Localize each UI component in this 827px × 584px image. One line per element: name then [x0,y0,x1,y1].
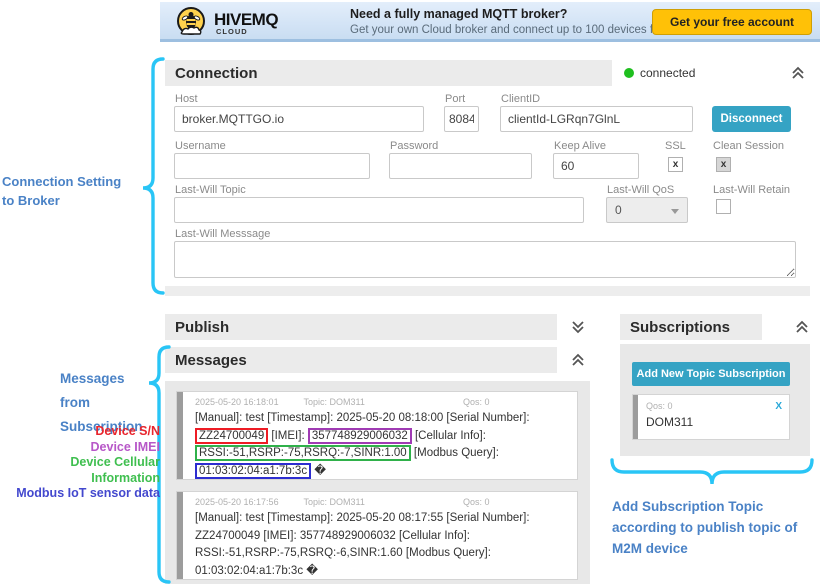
chevron-double-up-icon[interactable] [790,65,806,81]
message-payload: [Manual]: test [Timestamp]: 2025-05-20 0… [195,510,569,580]
connection-status-label: connected [640,66,695,80]
last-will-topic-label: Last-Will Topic [175,184,246,196]
device-serial-highlight: ZZ24700049 [195,428,268,444]
connection-panel-footer [165,286,810,296]
message-time: 2025-05-20 16:17:56 [195,497,301,507]
message-qos: Qos: 0 [463,397,490,407]
hivemq-logo: HIVEMQ CLOUD [174,6,278,40]
subscription-item: Qos: 0 X DOM311 [632,394,790,440]
payload-text: [Manual]: test [Timestamp]: 2025-05-20 0… [195,512,530,524]
host-input[interactable] [174,106,424,132]
payload-text: [Cellular Info]: [396,530,470,542]
clean-session-checkbox[interactable]: x [716,157,731,172]
message-meta: 2025-05-20 16:18:01 Topic: DOM311 Qos: 0 [195,397,569,407]
payload-text: � [311,465,326,477]
keepalive-input[interactable] [553,153,639,179]
port-label: Port [445,93,465,105]
last-will-topic-input[interactable] [174,197,584,223]
connection-title: Connection [165,65,258,82]
message-card: 2025-05-20 16:18:01 Topic: DOM311 Qos: 0… [176,391,578,480]
password-label: Password [390,140,438,152]
payload-text: [IMEI]: [268,430,308,442]
message-qos: Qos: 0 [463,497,490,507]
connection-header: Connection [165,60,612,86]
hivemq-brand-name: HIVEMQ [214,11,278,28]
disconnect-button[interactable]: Disconnect [712,106,791,132]
last-will-qos-value: 0 [615,203,622,217]
payload-text: � [303,565,318,577]
message-time: 2025-05-20 16:18:01 [195,397,301,407]
payload-text: [Modbus Query]: [403,547,491,559]
hivemq-ad-banner: HIVEMQ CLOUD Need a fully managed MQTT b… [160,2,820,42]
messages-header: Messages [165,347,557,373]
connection-annotation-brace [141,57,165,295]
username-label: Username [175,140,226,152]
hivemq-brand-sub: CLOUD [214,28,278,36]
get-free-account-button[interactable]: Get your free account [652,9,812,35]
payload-text: RSSI:-51,RSRP:-75,RSRQ:-6,SINR:1.60 [195,547,403,559]
payload-text: [Cellular Info]: [412,430,486,442]
subscriptions-header: Subscriptions [620,314,762,340]
ssl-checkbox[interactable]: x [668,157,683,172]
banner-headline: Need a fully managed MQTT broker? [350,7,689,21]
last-will-retain-label: Last-Will Retain [713,184,790,196]
clientid-label: ClientID [501,93,540,105]
messages-title: Messages [165,352,247,369]
clean-session-label: Clean Session [713,140,784,152]
subscription-accent-bar [633,395,638,439]
add-subscription-button[interactable]: Add New Topic Subscription [632,362,790,386]
message-card: 2025-05-20 16:17:56 Topic: DOM311 Qos: 0… [176,491,578,580]
legend-modbus-data: Modbus IoT sensor data [0,486,160,502]
message-color-legend: Device S/N Device IMEI Device Cellular I… [0,424,160,502]
connection-annotation-note: Connection Setting to Broker [2,172,121,210]
payload-text: [IMEI]: [260,530,300,542]
last-will-qos-label: Last-Will QoS [607,184,674,196]
subscription-annotation-note: Add Subscription Topic according to publ… [612,496,824,559]
subscription-topic: DOM311 [646,415,782,429]
publish-header: Publish [165,314,557,340]
last-will-message-label: Last-Will Messsage [175,228,270,240]
subscription-qos: Qos: 0 [646,401,673,412]
host-label: Host [175,93,198,105]
last-will-retain-checkbox[interactable] [716,199,731,214]
message-topic: Topic: DOM311 [304,497,461,507]
ssl-label: SSL [665,140,686,152]
password-input[interactable] [389,153,532,179]
cellular-info-highlight: RSSI:-51,RSRP:-75,RSRQ:-7,SINR:1.00 [195,445,411,461]
modbus-data-highlight: 01:03:02:04:a1:7b:3c [195,463,311,479]
last-will-qos-select[interactable]: 0 [606,197,688,223]
chevron-double-up-icon[interactable] [570,352,586,368]
chevron-double-down-icon[interactable] [570,319,586,335]
message-topic: Topic: DOM311 [304,397,461,407]
mqtt-web-client-screen: HIVEMQ CLOUD Need a fully managed MQTT b… [0,0,827,584]
payload-text: ZZ24700049 [195,530,260,542]
message-accent-bar [177,492,183,579]
keepalive-label: Keep Alive [554,140,606,152]
legend-device-sn: Device S/N [0,424,160,440]
publish-title: Publish [165,319,229,336]
subscription-annotation-brace [610,458,816,492]
message-payload: [Manual]: test [Timestamp]: 2025-05-20 0… [195,410,569,480]
payload-text: 357748929006032 [300,530,396,542]
port-input[interactable] [444,106,479,132]
subscriptions-title: Subscriptions [620,319,730,336]
legend-device-imei: Device IMEI [0,440,160,456]
payload-text: [Manual]: test [Timestamp]: 2025-05-20 0… [195,412,530,424]
hivemq-bee-icon [174,6,208,40]
device-imei-highlight: 357748929006032 [308,428,412,444]
banner-subtext: Get your own Cloud broker and connect up… [350,24,689,36]
dropdown-caret-icon [671,209,679,214]
payload-text: [Modbus Query]: [411,447,499,459]
payload-text: 01:03:02:04:a1:7b:3c [195,565,303,577]
connected-status-dot [624,68,634,78]
last-will-message-textarea[interactable] [174,241,796,278]
message-meta: 2025-05-20 16:17:56 Topic: DOM311 Qos: 0 [195,497,569,507]
clientid-input[interactable] [500,106,693,132]
remove-subscription-button[interactable]: X [775,401,782,412]
chevron-double-up-icon[interactable] [794,319,810,335]
message-accent-bar [177,392,183,479]
legend-cellular-info: Device Cellular Information [0,455,160,486]
username-input[interactable] [174,153,370,179]
